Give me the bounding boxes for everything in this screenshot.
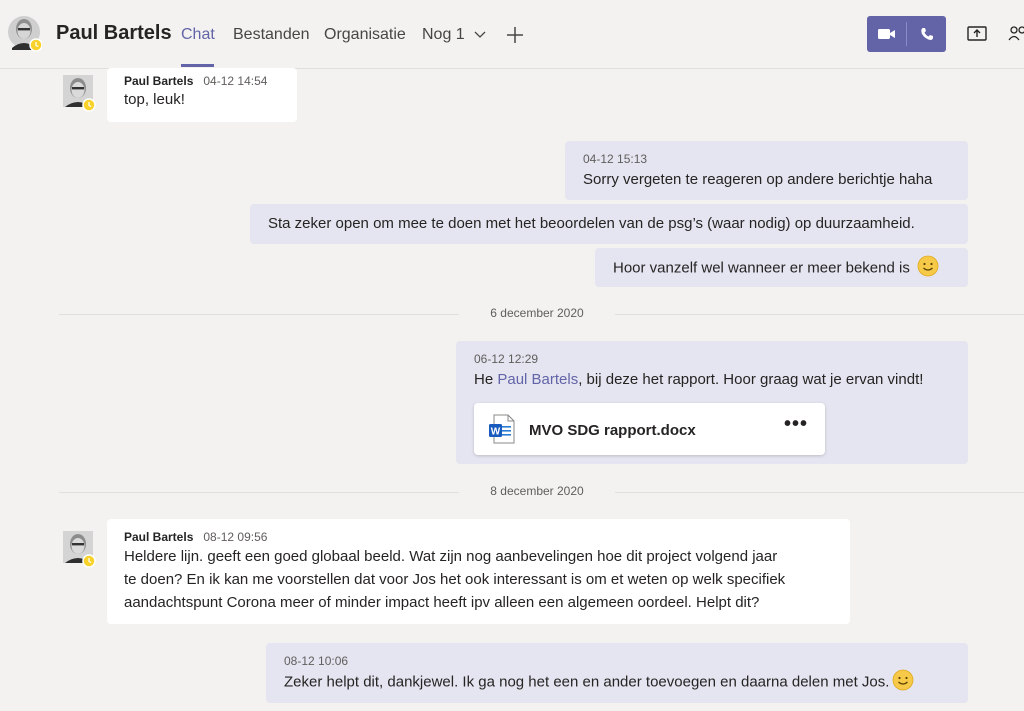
sender-name: Paul Bartels bbox=[124, 530, 194, 544]
text-segment: , bij deze het rapport. Hoor graag wat j… bbox=[578, 371, 924, 388]
message-outgoing[interactable]: Hoor vanzelf wel wanneer er meer bekend … bbox=[595, 248, 968, 287]
message-time: 08-12 09:56 bbox=[203, 530, 268, 544]
message-time: 04-12 14:54 bbox=[203, 74, 268, 88]
video-call-button[interactable] bbox=[867, 16, 906, 52]
svg-text:W: W bbox=[491, 427, 501, 438]
tab-chat[interactable]: Chat bbox=[181, 26, 215, 44]
call-buttons bbox=[867, 16, 946, 52]
message-text: He Paul Bartels, bij deze het rapport. H… bbox=[474, 368, 950, 391]
avatar[interactable] bbox=[62, 530, 96, 568]
message-text: Hoor vanzelf wel wanneer er meer bekend … bbox=[613, 259, 910, 277]
share-screen-button[interactable] bbox=[967, 24, 987, 49]
message-text: Zeker helpt dit, dankjewel. Ik ga nog he… bbox=[284, 673, 890, 691]
tab-more-label: Nog 1 bbox=[422, 26, 465, 43]
text-segment: He bbox=[474, 371, 498, 388]
chat-title: Paul Bartels bbox=[56, 22, 172, 44]
date-divider-line bbox=[615, 314, 1024, 315]
tab-more[interactable]: Nog 1 bbox=[422, 26, 486, 44]
tab-bestanden[interactable]: Bestanden bbox=[233, 26, 310, 44]
message-time: 04-12 15:13 bbox=[583, 152, 648, 166]
add-people-button[interactable] bbox=[1008, 24, 1024, 49]
message-text: top, leuk! bbox=[124, 91, 185, 108]
message-body: Zeker helpt dit, dankjewel. Ik ga nog he… bbox=[284, 669, 950, 696]
share-screen-icon bbox=[967, 26, 987, 41]
message-incoming[interactable]: Paul Bartels 08-12 09:56 Heldere lijn. ge… bbox=[107, 519, 850, 624]
avatar[interactable] bbox=[62, 74, 96, 112]
date-divider-line bbox=[59, 492, 459, 493]
word-document-icon: W bbox=[488, 414, 516, 449]
message-line: Heldere lijn. geeft een goed globaal bee… bbox=[124, 548, 778, 565]
mention-link[interactable]: Paul Bartels bbox=[497, 371, 578, 388]
message-text: Sta zeker open om mee te doen met het be… bbox=[268, 215, 915, 232]
active-tab-indicator bbox=[181, 64, 214, 67]
message-header: Paul Bartels 08-12 09:56 bbox=[124, 530, 833, 544]
message-line: te doen? En ik kan me voorstellen dat vo… bbox=[124, 571, 786, 588]
smile-emoji-icon bbox=[892, 669, 914, 696]
date-divider-line bbox=[59, 314, 459, 315]
plus-icon bbox=[507, 27, 523, 43]
phone-icon bbox=[920, 28, 933, 40]
smile-emoji-icon bbox=[917, 255, 939, 282]
message-outgoing[interactable]: Sta zeker open om mee te doen met het be… bbox=[250, 204, 968, 244]
more-options-button[interactable]: ••• bbox=[784, 413, 808, 436]
message-header: Paul Bartels 04-12 14:54 bbox=[124, 74, 280, 88]
message-incoming[interactable]: Paul Bartels 04-12 14:54 top, leuk! bbox=[107, 68, 297, 122]
avatar[interactable] bbox=[8, 16, 43, 52]
message-line: aandachtspunt Corona meer of minder impa… bbox=[124, 594, 760, 611]
video-camera-icon bbox=[877, 29, 895, 39]
message-text: Sorry vergeten te reageren op andere ber… bbox=[583, 171, 933, 188]
chevron-down-icon bbox=[469, 26, 486, 43]
message-outgoing[interactable]: 08-12 10:06 Zeker helpt dit, dankjewel. … bbox=[266, 643, 968, 703]
chat-header: Paul Bartels Chat Bestanden Organisatie … bbox=[0, 0, 1024, 69]
message-time: 06-12 12:29 bbox=[474, 352, 539, 366]
file-name[interactable]: MVO SDG rapport.docx bbox=[529, 422, 696, 439]
date-divider: 6 december 2020 bbox=[490, 306, 584, 320]
message-outgoing[interactable]: 04-12 15:13 Sorry vergeten te reageren o… bbox=[565, 141, 968, 200]
message-time: 08-12 10:06 bbox=[284, 654, 349, 668]
tab-organisatie[interactable]: Organisatie bbox=[324, 26, 406, 44]
audio-call-button[interactable] bbox=[907, 16, 946, 52]
date-divider-line bbox=[615, 492, 1024, 493]
sender-name: Paul Bartels bbox=[124, 74, 194, 88]
add-people-icon bbox=[1008, 26, 1024, 41]
date-divider: 8 december 2020 bbox=[490, 484, 584, 498]
add-tab-button[interactable] bbox=[506, 20, 524, 51]
file-attachment[interactable]: W MVO SDG rapport.docx ••• bbox=[474, 403, 825, 455]
